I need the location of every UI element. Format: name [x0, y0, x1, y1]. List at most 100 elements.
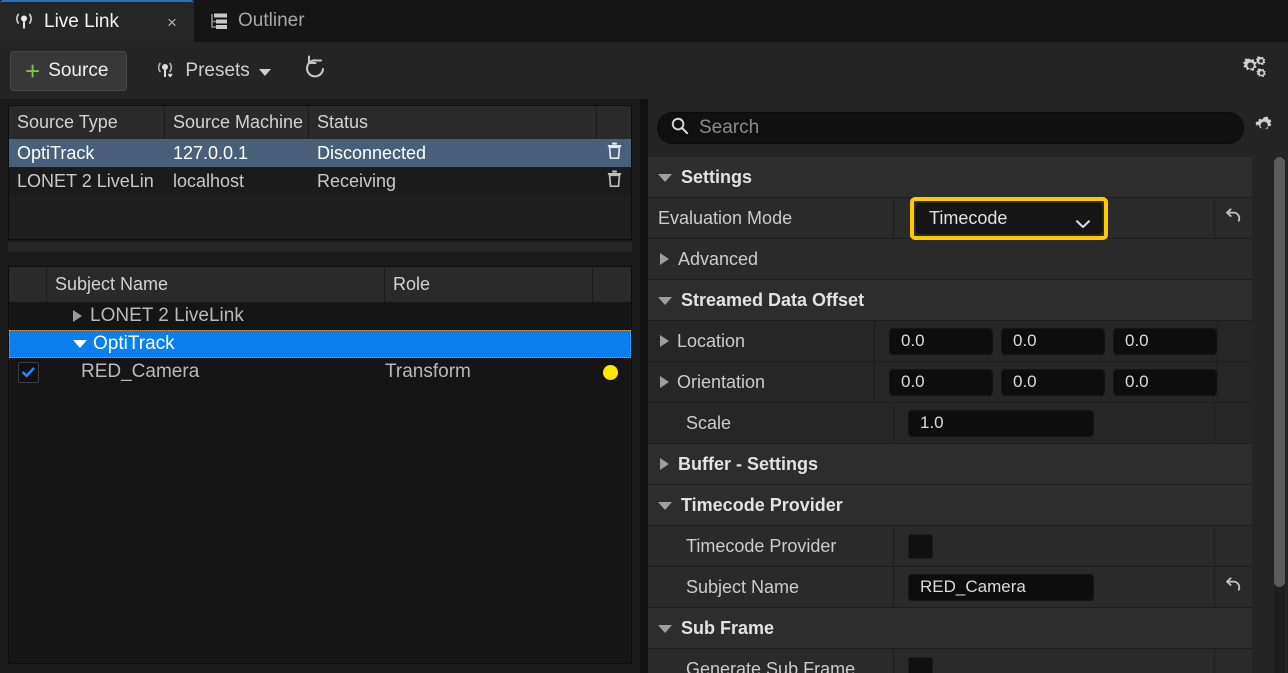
column-header-actions — [597, 106, 631, 139]
subject-role-label — [385, 330, 593, 358]
undo-arrow-icon — [1223, 205, 1244, 231]
column-header-subject-name[interactable]: Subject Name — [47, 267, 385, 302]
section-header-streamed-data-offset[interactable]: Streamed Data Offset — [648, 280, 1252, 321]
subject-checkbox-slot — [9, 302, 47, 330]
undo-arrow-icon — [1223, 574, 1244, 600]
details-scrollbar-thumb[interactable] — [1274, 157, 1285, 587]
property-row-evaluation-mode: Evaluation Mode Timecode — [648, 196, 1252, 240]
section-label: Buffer - Settings — [678, 453, 819, 474]
section-label: Streamed Data Offset — [681, 289, 865, 310]
property-label: Evaluation Mode — [648, 197, 894, 239]
tab-strip: Live Link × Outliner — [0, 0, 1288, 42]
details-search-bar — [648, 99, 1288, 157]
section-header-settings[interactable]: Settings — [648, 157, 1252, 198]
table-row[interactable]: LONET 2 LiveLin localhost Receiving — [9, 167, 631, 195]
property-label-wrapper[interactable]: Orientation — [648, 361, 875, 403]
orientation-y-input[interactable]: 0.0 — [1001, 368, 1105, 396]
chevron-down-icon[interactable] — [73, 340, 87, 348]
column-header-source-machine[interactable]: Source Machine — [165, 106, 309, 139]
location-x-input[interactable]: 0.0 — [889, 327, 993, 355]
location-z-input[interactable]: 0.0 — [1113, 327, 1217, 355]
source-table-footer-scroll[interactable] — [8, 242, 632, 252]
highlight-box: Timecode — [910, 196, 1108, 240]
property-label: Timecode Provider — [648, 525, 894, 567]
subject-status-slot — [593, 302, 631, 330]
section-label: Settings — [681, 166, 753, 187]
property-row-timecode-provider: Timecode Provider — [648, 525, 1252, 567]
property-label-wrapper[interactable]: Location — [648, 320, 875, 362]
tab-live-link[interactable]: Live Link × — [0, 0, 194, 42]
scale-input[interactable]: 1.0 — [908, 409, 1094, 437]
tab-outliner-label: Outliner — [238, 10, 305, 31]
chevron-right-icon[interactable] — [73, 310, 82, 322]
subject-status-slot — [593, 330, 631, 358]
list-item[interactable]: RED_Camera Transform — [9, 358, 631, 386]
presets-button[interactable]: Presets — [149, 51, 276, 91]
evaluation-mode-dropdown[interactable]: Timecode — [916, 202, 1102, 234]
subject-name-cell[interactable]: RED_Camera — [47, 358, 385, 386]
remove-source-button[interactable] — [597, 139, 631, 167]
location-y-input[interactable]: 0.0 — [1001, 327, 1105, 355]
settings-gears-button[interactable] — [1238, 54, 1272, 88]
chevron-right-icon[interactable] — [660, 335, 669, 347]
details-pane: Settings Evaluation Mode Timecode — [648, 99, 1288, 673]
presets-label: Presets — [185, 59, 250, 81]
trash-icon — [605, 168, 624, 194]
plus-icon: + — [25, 55, 41, 86]
chevron-down-icon — [658, 625, 672, 633]
presets-broadcast-heart-icon — [155, 60, 177, 82]
add-source-button[interactable]: + Source — [10, 50, 128, 91]
search-input[interactable] — [699, 117, 1231, 139]
timecode-provider-object-field[interactable] — [908, 533, 933, 559]
subject-name-label: RED_Camera — [81, 361, 200, 382]
subject-tree-header: Subject Name Role — [9, 267, 631, 302]
list-item[interactable]: OptiTrack — [9, 330, 631, 358]
chevron-right-icon[interactable] — [660, 376, 669, 388]
toolbar: + Source Presets — [0, 42, 1288, 99]
property-list: Settings Evaluation Mode Timecode Advanc… — [648, 157, 1288, 673]
list-item[interactable]: LONET 2 LiveLink — [9, 302, 631, 330]
subject-name-label: OptiTrack — [93, 333, 175, 354]
table-row[interactable]: OptiTrack 127.0.0.1 Disconnected — [9, 139, 631, 167]
orientation-z-input[interactable]: 0.0 — [1113, 368, 1217, 396]
pane-splitter[interactable] — [640, 99, 648, 673]
details-scrollbar[interactable] — [1274, 157, 1285, 673]
checkbox-checked-icon[interactable] — [18, 361, 39, 383]
orientation-x-input[interactable]: 0.0 — [889, 368, 993, 396]
close-icon[interactable]: × — [164, 14, 180, 31]
subject-status-slot — [593, 358, 631, 386]
subject-enabled-checkbox[interactable] — [9, 358, 47, 386]
section-header-buffer-settings[interactable]: Buffer - Settings — [648, 444, 1252, 485]
column-header-source-type[interactable]: Source Type — [9, 106, 165, 139]
column-header-role[interactable]: Role — [385, 267, 593, 302]
section-header-sub-frame[interactable]: Sub Frame — [648, 608, 1252, 649]
generate-sub-frame-checkbox[interactable] — [908, 656, 933, 673]
details-settings-button[interactable] — [1244, 112, 1284, 144]
subject-role-label: Transform — [385, 361, 471, 382]
subject-name-input[interactable]: RED_Camera — [908, 573, 1094, 601]
property-value: 0.0 0.0 0.0 — [875, 321, 1217, 362]
column-header-status[interactable]: Status — [309, 106, 597, 139]
tab-outliner[interactable]: Outliner — [194, 0, 319, 42]
subject-name-cell[interactable]: OptiTrack — [47, 330, 385, 358]
chevron-down-icon — [258, 68, 271, 76]
column-header-enabled — [9, 267, 47, 302]
chevron-right-icon — [660, 458, 669, 470]
chevron-down-icon — [658, 174, 672, 182]
section-header-timecode-provider[interactable]: Timecode Provider — [648, 485, 1252, 526]
refresh-button[interactable] — [299, 54, 333, 88]
reset-to-default-button[interactable] — [1214, 566, 1252, 608]
property-value: 1.0 — [894, 403, 1214, 444]
livelink-broadcast-icon — [13, 11, 35, 33]
reset-slot — [1214, 525, 1252, 567]
source-table-header: Source Type Source Machine Status — [9, 106, 631, 139]
chevron-right-icon — [660, 253, 669, 265]
source-status-value: Receiving — [317, 170, 397, 191]
search-field-wrapper[interactable] — [657, 112, 1244, 144]
section-header-advanced[interactable]: Advanced — [648, 239, 1252, 280]
reset-to-default-button[interactable] — [1214, 197, 1252, 239]
subject-name-cell[interactable]: LONET 2 LiveLink — [47, 302, 385, 330]
live-link-window: Live Link × Outliner + Source Presets So… — [0, 0, 1288, 673]
remove-source-button[interactable] — [597, 167, 631, 195]
status-dot-icon — [603, 364, 618, 380]
